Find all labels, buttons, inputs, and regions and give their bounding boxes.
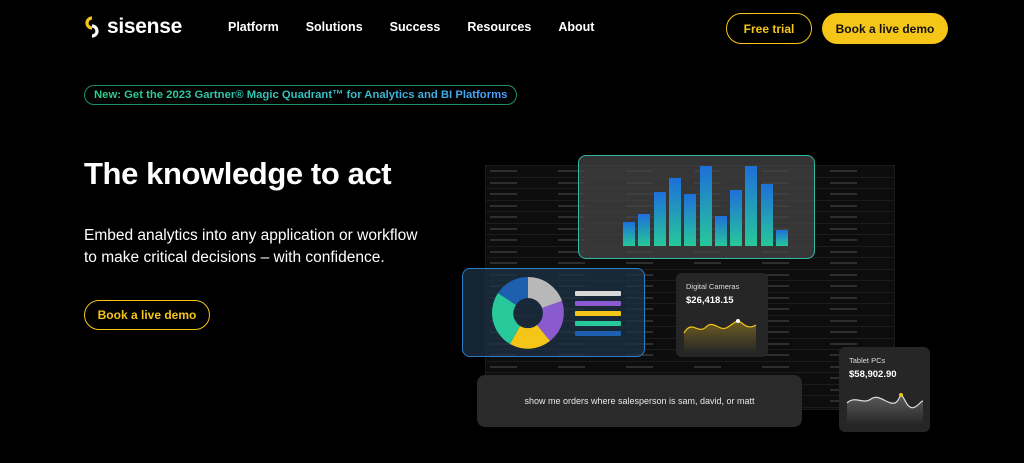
chart-bar xyxy=(776,230,788,246)
chart-bar xyxy=(760,184,773,246)
table-cell xyxy=(826,316,894,327)
table-cell xyxy=(486,224,554,235)
table-cell xyxy=(554,362,622,373)
table-cell xyxy=(758,281,826,292)
sparkline-cameras xyxy=(683,319,757,353)
table-cell xyxy=(758,293,826,304)
chart-bar xyxy=(684,194,697,246)
table-cell xyxy=(826,327,894,338)
book-demo-button[interactable]: Book a live demo xyxy=(822,13,948,44)
hero-subtitle: Embed analytics into any application or … xyxy=(84,227,418,266)
table-cell xyxy=(758,362,826,373)
nav-resources[interactable]: Resources xyxy=(467,20,531,34)
sisense-logo-icon xyxy=(85,16,99,38)
digital-cameras-card: Digital Cameras $26,418.15 xyxy=(676,273,768,357)
hero-book-demo-button[interactable]: Book a live demo xyxy=(84,300,210,330)
table-cell xyxy=(826,212,894,223)
legend-bar-gray xyxy=(575,291,621,296)
table-cell xyxy=(826,258,894,269)
table-cell xyxy=(826,224,894,235)
logo-text: sisense xyxy=(107,15,182,38)
table-cell xyxy=(486,189,554,200)
table-cell xyxy=(758,339,826,350)
table-cell xyxy=(758,304,826,315)
chart-bar xyxy=(714,216,727,246)
table-cell xyxy=(826,189,894,200)
chart-bar xyxy=(699,166,712,246)
table-cell xyxy=(758,270,826,281)
table-cell xyxy=(486,247,554,258)
table-cell xyxy=(826,281,894,292)
legend-bar-blue xyxy=(575,331,621,336)
pie-chart-panel xyxy=(462,268,645,357)
table-cell xyxy=(826,293,894,304)
chart-bar xyxy=(638,214,651,246)
table-cell xyxy=(690,362,758,373)
natural-language-query-box: show me orders where salesperson is sam,… xyxy=(477,375,802,427)
free-trial-button[interactable]: Free trial xyxy=(726,13,812,44)
nav-success[interactable]: Success xyxy=(390,20,441,34)
bar-chart-panel xyxy=(578,155,815,259)
table-cell xyxy=(826,304,894,315)
card-label: Tablet PCs xyxy=(849,356,886,365)
nav-platform[interactable]: Platform xyxy=(228,20,279,34)
hero-title: The knowledge to act xyxy=(84,156,392,191)
table-cell xyxy=(486,235,554,246)
table-cell xyxy=(758,316,826,327)
table-cell xyxy=(758,350,826,361)
table-cell xyxy=(826,270,894,281)
table-cell xyxy=(486,212,554,223)
card-value: $26,418.15 xyxy=(686,295,734,306)
nav-about[interactable]: About xyxy=(558,20,594,34)
table-cell xyxy=(486,201,554,212)
table-row xyxy=(486,362,894,373)
nav-solutions[interactable]: Solutions xyxy=(306,20,363,34)
sparkline-tablets xyxy=(846,393,924,425)
chart-bar xyxy=(668,178,681,246)
table-cell xyxy=(758,258,826,269)
table-cell xyxy=(826,201,894,212)
chart-bar xyxy=(730,190,743,246)
chart-bar xyxy=(623,222,635,246)
table-cell xyxy=(486,258,554,269)
gartner-banner-link[interactable]: New: Get the 2023 Gartner® Magic Quadran… xyxy=(84,85,518,105)
table-cell xyxy=(758,327,826,338)
sisense-logo[interactable]: sisense xyxy=(83,15,182,39)
table-cell xyxy=(826,178,894,189)
legend-bar-yellow xyxy=(575,311,621,316)
donut-chart xyxy=(492,276,564,349)
banner-text: New: Get the 2023 Gartner® Magic Quadran… xyxy=(94,89,508,101)
main-nav: Platform Solutions Success Resources Abo… xyxy=(228,20,621,34)
legend-bar-purple xyxy=(575,301,621,306)
table-cell xyxy=(622,258,690,269)
table-cell xyxy=(622,362,690,373)
chart-bar xyxy=(653,192,666,246)
legend-bar-green xyxy=(575,321,621,326)
table-cell xyxy=(486,166,554,177)
table-cell xyxy=(826,166,894,177)
table-cell xyxy=(554,258,622,269)
card-value: $58,902.90 xyxy=(849,369,897,380)
table-cell xyxy=(826,247,894,258)
table-cell xyxy=(486,178,554,189)
tablet-pcs-card: Tablet PCs $58,902.90 xyxy=(839,347,930,432)
chart-bar xyxy=(745,166,758,246)
table-cell xyxy=(690,258,758,269)
card-label: Digital Cameras xyxy=(686,282,740,291)
table-cell xyxy=(826,235,894,246)
table-cell xyxy=(486,362,554,373)
